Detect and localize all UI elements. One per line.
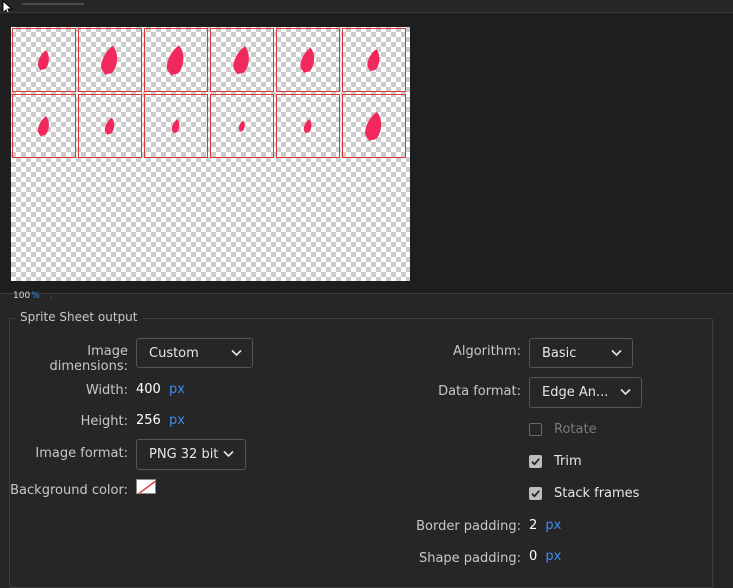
checkmark-icon xyxy=(531,490,540,498)
height-unit: px xyxy=(168,413,185,428)
sprite-frame xyxy=(276,94,340,158)
border-padding-value[interactable]: 2 xyxy=(529,518,537,533)
height-value[interactable]: 256 xyxy=(136,413,161,428)
sprite-frame xyxy=(210,28,274,92)
stack-frames-checkbox[interactable] xyxy=(529,487,542,500)
algorithm-value: Basic xyxy=(542,346,577,361)
petal-sprite-icon xyxy=(166,45,184,76)
zoom-readout: 100%. xyxy=(13,291,53,301)
petal-sprite-icon xyxy=(365,111,382,142)
sprite-frame xyxy=(342,94,406,158)
tab-indicator xyxy=(22,3,84,5)
chevron-down-icon xyxy=(223,450,234,458)
data-format-label: Data format: xyxy=(438,384,521,399)
image-dimensions-value: Custom xyxy=(149,346,199,361)
sprite-sheet-canvas[interactable] xyxy=(11,27,410,281)
width-field[interactable]: 400 px xyxy=(136,382,185,397)
sprite-frame xyxy=(276,28,340,92)
petal-sprite-icon xyxy=(303,119,312,134)
border-padding-label: Border padding: xyxy=(416,519,521,534)
trim-label: Trim xyxy=(554,454,582,469)
border-padding-field[interactable]: 2 px xyxy=(529,518,561,533)
rotate-checkbox[interactable] xyxy=(529,423,542,436)
petal-sprite-icon xyxy=(300,47,315,74)
chevron-down-icon xyxy=(620,388,631,396)
shape-padding-field[interactable]: 0 px xyxy=(529,549,561,564)
petal-sprite-icon xyxy=(37,116,49,137)
sprite-frame xyxy=(210,94,274,158)
chevron-down-icon xyxy=(231,349,242,357)
sprite-frame xyxy=(144,94,208,158)
sprite-frame xyxy=(342,28,406,92)
shape-padding-value[interactable]: 0 xyxy=(529,549,537,564)
preview-panel: 100%. xyxy=(0,12,733,301)
width-label: Width: xyxy=(85,383,128,398)
algorithm-label: Algorithm: xyxy=(452,344,521,359)
zoom-value: 100 xyxy=(13,291,31,301)
checkmark-icon xyxy=(531,458,540,466)
zoom-unit: % xyxy=(31,291,40,301)
petal-sprite-icon xyxy=(37,50,49,71)
width-value[interactable]: 400 xyxy=(136,382,161,397)
zoom-handle[interactable]: . xyxy=(50,291,53,301)
chevron-down-icon xyxy=(611,349,622,357)
height-field[interactable]: 256 px xyxy=(136,413,185,428)
petal-sprite-icon xyxy=(367,49,380,72)
sprite-frame xyxy=(12,28,76,92)
image-format-label: Image format: xyxy=(35,446,128,461)
no-color-slash-icon xyxy=(138,480,155,493)
algorithm-dropdown[interactable]: Basic xyxy=(529,338,633,368)
image-format-dropdown[interactable]: PNG 32 bit xyxy=(136,439,246,470)
group-title: Sprite Sheet output xyxy=(16,310,142,324)
sprite-frame xyxy=(144,28,208,92)
sprite-frame xyxy=(12,94,76,158)
image-dimensions-label: Image dimensions: xyxy=(49,344,129,374)
data-format-dropdown[interactable]: Edge An... xyxy=(529,377,642,408)
trim-checkbox[interactable] xyxy=(529,455,542,468)
petal-sprite-icon xyxy=(233,46,249,75)
sprite-frame xyxy=(78,94,142,158)
rotate-label: Rotate xyxy=(554,422,597,437)
stack-frames-label: Stack frames xyxy=(554,486,640,501)
petal-sprite-icon xyxy=(171,119,180,134)
shape-padding-unit: px xyxy=(545,549,562,564)
petal-sprite-icon xyxy=(104,117,115,135)
width-unit: px xyxy=(168,382,185,397)
petal-sprite-icon xyxy=(101,45,118,76)
height-label: Height: xyxy=(80,414,128,429)
sprite-frame xyxy=(78,28,142,92)
background-color-swatch[interactable] xyxy=(136,479,156,494)
image-format-value: PNG 32 bit xyxy=(149,447,219,462)
petal-sprite-icon xyxy=(238,120,245,132)
image-dimensions-dropdown[interactable]: Custom xyxy=(136,338,253,368)
shape-padding-label: Shape padding: xyxy=(418,551,521,566)
data-format-value: Edge An... xyxy=(542,385,609,400)
border-padding-unit: px xyxy=(545,518,562,533)
background-color-label: Background color: xyxy=(10,483,128,498)
